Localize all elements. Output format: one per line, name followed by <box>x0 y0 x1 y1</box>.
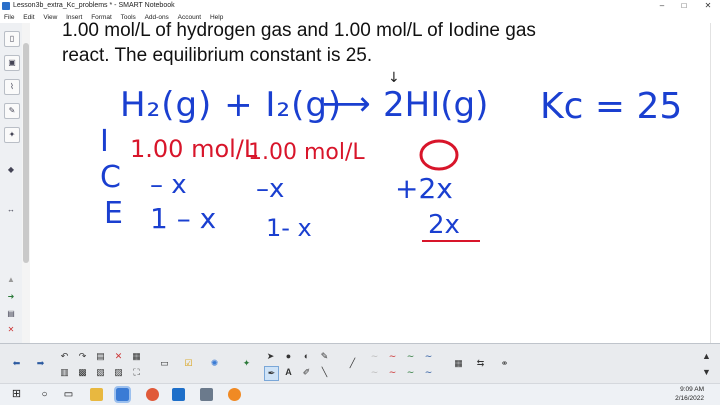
open-file-icon[interactable]: ▥ <box>58 366 71 379</box>
pen-preset-4-icon[interactable]: ∼ <box>422 350 435 363</box>
text-tool-icon[interactable]: A <box>282 366 295 379</box>
pen-thickness-icon[interactable]: ╱ <box>346 357 359 370</box>
vertical-scrollbar[interactable] <box>22 23 30 343</box>
prev-page-icon[interactable]: ⬅ <box>10 357 23 370</box>
file-explorer-icon[interactable] <box>90 388 103 401</box>
eq-i2: 1- x <box>266 214 312 242</box>
eq-hi-underline <box>422 240 480 242</box>
initial-hi-circle <box>419 139 459 171</box>
pen-preset-1-icon[interactable]: ∼ <box>368 350 381 363</box>
delete-icon[interactable]: ✕ <box>112 350 125 363</box>
ice-row-equilibrium: E <box>104 196 123 231</box>
ice-row-initial: I <box>100 124 109 159</box>
fullscreen-icon[interactable]: ⛶ <box>130 366 143 379</box>
color-picker-icon[interactable]: ▦ <box>452 357 465 370</box>
side-tab-bar: ▯ ▣ ⌇ ✎ ✦ ◆ ↔ ▲ ➜ ▤ ✕ <box>0 23 23 343</box>
resize-arrows-icon[interactable]: ↔ <box>4 203 18 217</box>
pen-preset-7-icon[interactable]: ∼ <box>404 366 417 379</box>
task-view-icon[interactable]: ▭ <box>62 388 75 401</box>
document-camera-icon[interactable]: ▭ <box>158 357 171 370</box>
pen-tool-icon[interactable]: ✒ <box>264 366 279 381</box>
smart-notebook-icon[interactable] <box>114 386 131 403</box>
initial-i2: 1.00 mol/L <box>248 140 365 165</box>
right-edge <box>710 23 720 343</box>
app-icon-5[interactable] <box>200 388 213 401</box>
pen-preset-2-icon[interactable]: ∼ <box>386 350 399 363</box>
next-page-icon[interactable]: ➡ <box>34 357 47 370</box>
reaction-reactants: H₂(g) + I₂(g) <box>120 85 343 125</box>
change-h2: – x <box>150 170 187 200</box>
minimize-button[interactable]: – <box>652 0 672 12</box>
tools-toolbar: ⬅ ➡ ↶ ↷ ▤ ✕ ▦ ▥ ▩ ▧ ▨ ⛶ ▭ ☑ ✺ ✦ ➤ ● ◐ ✎ … <box>0 343 720 384</box>
ice-row-change: C <box>100 160 121 195</box>
screen-shade-icon[interactable]: ▨ <box>112 366 125 379</box>
pen-preset-5-icon[interactable]: ∼ <box>368 366 381 379</box>
initial-h2: 1.00 mol/L <box>130 135 258 163</box>
table-icon[interactable]: ▦ <box>130 350 143 363</box>
nav-up-icon[interactable]: ▲ <box>4 273 18 287</box>
pen-preset-3-icon[interactable]: ∼ <box>404 350 417 363</box>
window-title: Lesson3b_extra_Kc_problems * - SMART Not… <box>13 2 175 9</box>
outlook-icon[interactable] <box>172 388 185 401</box>
fill-tool-icon[interactable]: ◐ <box>300 350 313 363</box>
properties-icon[interactable]: ✎ <box>4 103 20 119</box>
change-hi: +2x <box>395 172 453 205</box>
reaction-product: 2HI(g) <box>383 85 489 125</box>
chrome-icon[interactable] <box>146 388 159 401</box>
collapse-handle-icon[interactable]: ◆ <box>4 163 18 177</box>
toolbar-up-icon[interactable]: ▲ <box>700 350 713 363</box>
attachments-icon[interactable]: ⌇ <box>4 79 20 95</box>
question-line-2: react. The equilibrium constant is 25. <box>62 45 373 66</box>
menu-edit[interactable]: Edit <box>23 14 34 21</box>
window-titlebar: Lesson3b_extra_Kc_problems * - SMART Not… <box>0 0 720 12</box>
scroll-thumb[interactable] <box>23 43 29 263</box>
change-i2: –x <box>256 174 285 204</box>
add-page-icon[interactable]: ▤ <box>4 307 18 321</box>
firefox-icon[interactable] <box>228 388 241 401</box>
menu-view[interactable]: View <box>43 14 57 21</box>
question-line-1: 1.00 mol/L of hydrogen gas and 1.00 mol/… <box>62 20 536 41</box>
link-icon[interactable]: ⚭ <box>498 357 511 370</box>
menu-file[interactable]: File <box>4 14 14 21</box>
windows-start-icon[interactable]: ⊞ <box>10 388 23 401</box>
eq-h2: 1 – x <box>150 202 217 235</box>
kc-value: Kc = 25 <box>540 86 683 127</box>
undo-icon[interactable]: ↶ <box>58 350 71 363</box>
add-page-icon-toolbar[interactable]: ▤ <box>94 350 107 363</box>
save-icon[interactable]: ▩ <box>76 366 89 379</box>
response-icon[interactable]: ✺ <box>208 357 221 370</box>
magic-pen-icon[interactable]: ✎ <box>318 350 331 363</box>
select-tool-icon[interactable]: ➤ <box>264 350 277 363</box>
redo-icon[interactable]: ↷ <box>76 350 89 363</box>
app-icon <box>2 2 10 10</box>
clock-time: 9:09 AM <box>680 386 704 393</box>
notebook-canvas[interactable] <box>31 23 709 343</box>
toolbar-down-icon[interactable]: ▼ <box>700 366 713 379</box>
pen-preset-8-icon[interactable]: ∼ <box>422 366 435 379</box>
close-button[interactable]: ✕ <box>698 0 718 12</box>
gallery-icon[interactable]: ▣ <box>4 55 20 71</box>
delete-page-icon[interactable]: ✕ <box>4 323 18 337</box>
windows-taskbar: ⊞ ○ ▭ 9:09 AM 2/16/2022 <box>0 383 720 405</box>
page-sorter-icon[interactable]: ▯ <box>4 31 20 47</box>
maximize-button[interactable]: □ <box>674 0 694 12</box>
properties-toolbar-icon[interactable]: ⇆ <box>474 357 487 370</box>
eq-hi: 2x <box>428 210 460 240</box>
line-tool-icon[interactable]: ╲ <box>318 366 331 379</box>
activity-builder-icon[interactable]: ☑ <box>182 357 195 370</box>
nav-next-icon[interactable]: ➜ <box>4 290 18 304</box>
clock-date: 2/16/2022 <box>675 395 704 402</box>
pen-preset-6-icon[interactable]: ∼ <box>386 366 399 379</box>
search-icon[interactable]: ○ <box>38 388 51 401</box>
tick-mark: ↓ <box>388 70 400 86</box>
eraser-tool-icon[interactable]: ✐ <box>300 366 313 379</box>
paste-icon[interactable]: ▧ <box>94 366 107 379</box>
system-clock[interactable]: 9:09 AM 2/16/2022 <box>675 385 704 403</box>
addons-toolbar-icon[interactable]: ✦ <box>240 357 253 370</box>
reaction-arrow: ⟶ <box>322 84 371 124</box>
shapes-tool-icon[interactable]: ● <box>282 350 295 363</box>
addons-icon[interactable]: ✦ <box>4 127 20 143</box>
